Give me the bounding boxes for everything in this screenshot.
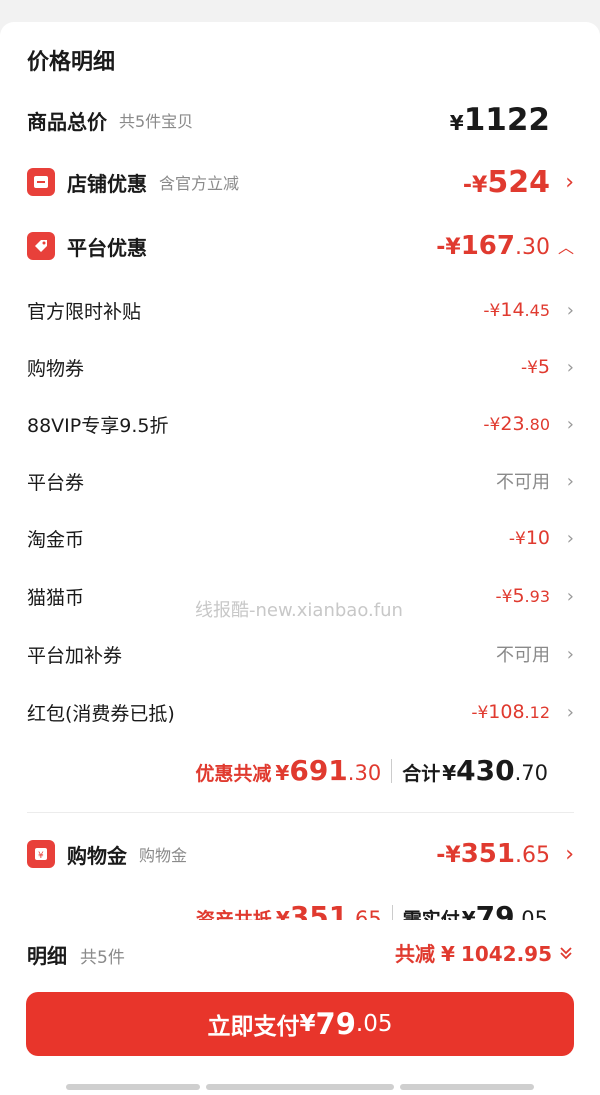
goods-total-label: 商品总价 [27,109,107,134]
list-item[interactable]: 淘金币 -¥ 10 › [27,520,574,556]
chevron-right-icon: › [566,413,574,435]
store-icon [27,168,55,196]
sheet-title: 价格明细 [27,50,116,75]
pay-now-button[interactable]: 立即支付 ¥ 79 .05 [26,992,574,1056]
shop-discount-row[interactable]: 店铺优惠 含官方立减 -¥ 524 › [27,162,574,202]
goods-total-row: 商品总价 共5件宝贝 ¥ 1122 [27,100,574,140]
shopping-money-label: 购物金 [67,843,127,868]
chevron-right-icon: › [566,299,574,321]
list-item[interactable]: 88VIP专享9.5折 -¥ 23.80 › [27,406,574,442]
detail-count: 共5件 [80,948,125,968]
detail-label[interactable]: 明细 [27,940,67,969]
list-item[interactable]: 官方限时补贴 -¥ 14.45 › [27,292,574,328]
chevron-right-icon: › [566,470,574,492]
shop-discount-amount: -¥ 524 [462,164,550,200]
chevron-right-icon: › [566,585,574,607]
platform-discount-label: 平台优惠 [67,235,147,260]
goods-count: 共5件宝贝 [119,112,194,131]
home-indicator [206,1084,394,1090]
asset-summary: 资产共抵 ¥ 351 .65 需实付 ¥ 79 .05 [196,900,548,920]
checkout-bar: 明细 共5件 共减 ¥ 1042.95 立即支付 ¥ 79 .05 [0,920,600,1095]
platform-discount-row[interactable]: 平台优惠 -¥ 167 .30 ︿ [27,226,574,266]
discount-summary: 优惠共减 ¥ 691 .30 合计 ¥ 430 .70 [195,754,548,787]
list-item[interactable]: 平台券 不可用 › [27,463,574,499]
shop-discount-note: 含官方立减 [159,174,240,193]
home-indicator [400,1084,534,1090]
tag-icon [27,232,55,260]
list-item[interactable]: 平台加补券 不可用 › [27,636,574,672]
price-detail-sheet: 价格明细 商品总价 共5件宝贝 ¥ 1122 店铺优惠 含官方立减 -¥ 524… [0,22,600,1095]
double-chevron-down-icon [558,945,574,965]
shopping-money-amount: -¥ 351 .65 [436,839,550,869]
svg-text:¥: ¥ [38,851,44,861]
total-discount[interactable]: 共减 ¥ 1042.95 [395,938,574,967]
chevron-right-icon: › [566,527,574,549]
list-item[interactable]: 红包(消费券已抵) -¥ 108.12 › [27,694,574,730]
shopping-money-note: 购物金 [139,846,188,865]
chevron-right-icon: › [565,169,574,195]
shop-discount-label: 店铺优惠 [67,171,147,196]
chevron-right-icon: › [566,356,574,378]
shopping-money-row[interactable]: ¥ 购物金 购物金 -¥ 351 .65 › [27,834,574,874]
chevron-right-icon: › [566,701,574,723]
wallet-icon: ¥ [27,840,55,868]
platform-discount-amount: -¥ 167 .30 [436,231,550,261]
price-detail-scroll[interactable]: 价格明细 商品总价 共5件宝贝 ¥ 1122 店铺优惠 含官方立减 -¥ 524… [0,22,600,920]
list-item[interactable]: 购物券 -¥ 5 › [27,349,574,385]
divider [27,812,574,813]
chevron-right-icon: › [566,643,574,665]
watermark: 线报酷-new.xianbao.fun [195,600,403,621]
chevron-up-icon: ︿ [557,238,574,257]
chevron-right-icon: › [565,841,574,867]
home-indicator [66,1084,200,1090]
goods-total-amount: ¥ 1122 [449,102,550,138]
